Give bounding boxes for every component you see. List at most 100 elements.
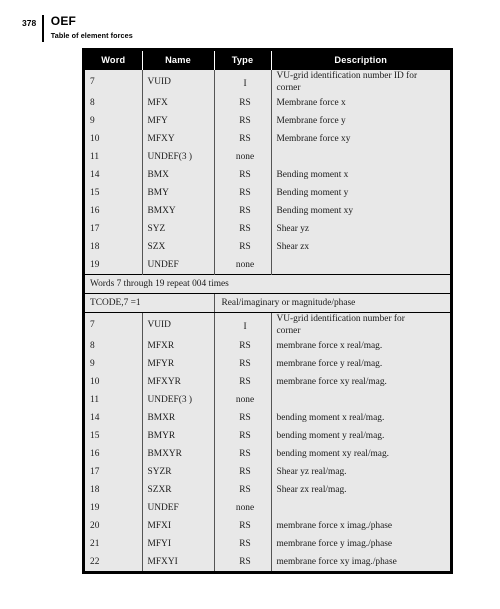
element-forces-table: Word Name Type Description 7 VUID I VU-grid… (82, 48, 453, 574)
page-subtitle: Table of element forces (50, 31, 133, 40)
cell-name: MFYR (142, 355, 215, 373)
cell-word: 14 (85, 166, 143, 184)
cell-word: 17 (85, 220, 143, 238)
cell-type: RS (214, 184, 272, 202)
cell-name: MFXR (142, 337, 215, 355)
cell-word: 16 (85, 202, 143, 220)
cell-name: BMXR (142, 409, 215, 427)
table-row: 22 MFXYI RS membrane force xy imag./phase (85, 553, 450, 571)
cell-name: VUID (142, 312, 215, 337)
table-row: 15 BMYR RS bending moment y real/mag. (85, 427, 450, 445)
page-header: 378 OEF Table of element forces (22, 15, 133, 42)
cell-type: RS (214, 481, 272, 499)
cell-type: RS (214, 355, 272, 373)
cell-type: none (214, 148, 272, 166)
table-row: 16 BMXY RS Bending moment xy (85, 202, 450, 220)
table-row: 10 MFXY RS Membrane force xy (85, 130, 450, 148)
cell-description: Shear yz real/mag. (271, 463, 450, 481)
cell-type: RS (214, 553, 272, 571)
cell-type: RS (214, 166, 272, 184)
cell-word: 20 (85, 517, 143, 535)
cell-description: membrane force x imag./phase (271, 517, 450, 535)
cell-type: RS (214, 373, 272, 391)
cell-name: MFXI (142, 517, 215, 535)
cell-word: 9 (85, 112, 143, 130)
repeat-note-row: Words 7 through 19 repeat 004 times (85, 274, 450, 294)
cell-description: Membrane force xy (271, 130, 450, 148)
cell-description (271, 256, 450, 275)
cell-word: 10 (85, 373, 143, 391)
cell-description: Bending moment xy (271, 202, 450, 220)
cell-description: VU-grid identification number for corner (271, 312, 450, 337)
cell-type: RS (214, 445, 272, 463)
cell-word: 18 (85, 481, 143, 499)
cell-word: 7 (85, 70, 143, 94)
page-title: OEF (50, 14, 77, 28)
cell-type: RS (214, 337, 272, 355)
cell-type: RS (214, 202, 272, 220)
cell-word: 21 (85, 535, 143, 553)
cell-name: BMY (142, 184, 215, 202)
table-row: 9 MFY RS Membrane force y (85, 112, 450, 130)
cell-word: 9 (85, 355, 143, 373)
column-header-description: Description (271, 51, 450, 70)
cell-description: Bending moment x (271, 166, 450, 184)
table-row: 9 MFYR RS membrane force y real/mag. (85, 355, 450, 373)
cell-name: UNDEF(3 ) (142, 148, 215, 166)
cell-name: MFXY (142, 130, 215, 148)
cell-description: membrane force x real/mag. (271, 337, 450, 355)
table-row: 21 MFYI RS membrane force y imag./phase (85, 535, 450, 553)
description-line: VU-grid identification number ID for (276, 71, 418, 81)
page-number: 378 (22, 18, 37, 28)
cell-type: RS (214, 517, 272, 535)
cell-description (271, 499, 450, 517)
cell-description: Membrane force x (271, 94, 450, 112)
cell-word: 8 (85, 94, 143, 112)
column-header-type: Type (214, 51, 272, 70)
cell-word: 15 (85, 427, 143, 445)
cell-name: BMXYR (142, 445, 215, 463)
cell-word: 14 (85, 409, 143, 427)
cell-word: 18 (85, 238, 143, 256)
table-row: 17 SYZR RS Shear yz real/mag. (85, 463, 450, 481)
cell-name: BMXY (142, 202, 215, 220)
table-row: 11 UNDEF(3 ) none (85, 391, 450, 409)
cell-type: RS (214, 130, 272, 148)
cell-description: membrane force y real/mag. (271, 355, 450, 373)
cell-description: bending moment y real/mag. (271, 427, 450, 445)
cell-name: BMX (142, 166, 215, 184)
table-row: 18 SZX RS Shear zx (85, 238, 450, 256)
table-row: 7 VUID I VU-grid identification number ID f… (85, 70, 450, 94)
table-header: Word Name Type Description (85, 51, 450, 70)
cell-name: MFXYI (142, 553, 215, 571)
table-row: 11 UNDEF(3 ) none (85, 148, 450, 166)
cell-word: 16 (85, 445, 143, 463)
table-row: 15 BMY RS Bending moment y (85, 184, 450, 202)
cell-name: MFXYR (142, 373, 215, 391)
cell-type: RS (214, 94, 272, 112)
cell-name: SYZR (142, 463, 215, 481)
cell-type: RS (214, 427, 272, 445)
cell-word: 7 (85, 312, 143, 337)
table-row: 19 UNDEF none (85, 499, 450, 517)
cell-description: membrane force y imag./phase (271, 535, 450, 553)
cell-word: 17 (85, 463, 143, 481)
cell-word: 11 (85, 391, 143, 409)
cell-name: VUID (142, 70, 215, 94)
cell-description: membrane force xy imag./phase (271, 553, 450, 571)
cell-word: 11 (85, 148, 143, 166)
cell-description: Membrane force y (271, 112, 450, 130)
table-row: 8 MFX RS Membrane force x (85, 94, 450, 112)
table-row: 16 BMXYR RS bending moment xy real/mag. (85, 445, 450, 463)
table-row: 7 VUID I VU-grid identification number for c… (85, 312, 450, 337)
cell-word: 19 (85, 256, 143, 275)
table-body: 7 VUID I VU-grid identification number ID f… (85, 70, 450, 571)
cell-description (271, 148, 450, 166)
cell-word: 8 (85, 337, 143, 355)
cell-name: UNDEF (142, 499, 215, 517)
table-row: 20 MFXI RS membrane force x imag./phase (85, 517, 450, 535)
cell-word: 10 (85, 130, 143, 148)
cell-word: 22 (85, 553, 143, 571)
cell-description: VU-grid identification number ID for corn… (271, 70, 450, 94)
cell-description: Bending moment y (271, 184, 450, 202)
